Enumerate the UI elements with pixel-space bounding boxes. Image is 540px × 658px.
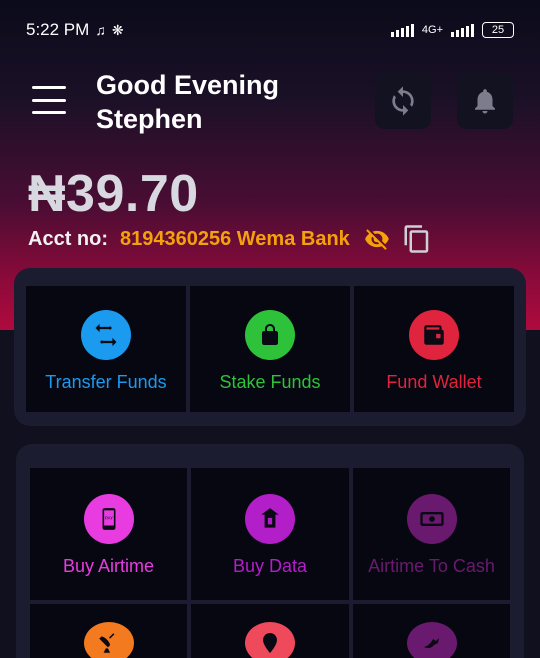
notification-button[interactable] (457, 73, 513, 129)
tiktok-icon: ♫ (95, 21, 106, 38)
airtime-to-cash-button[interactable]: Airtime To Cash (353, 468, 510, 600)
wallet-balance: ₦39.70 (28, 165, 199, 223)
account-number: 8194360256 Wema Bank (120, 227, 350, 250)
buy-data-button[interactable]: Buy Data (191, 468, 349, 600)
bird-icon (406, 622, 457, 658)
battery-icon: 25 (482, 22, 514, 38)
buy-data-label: Buy Data (232, 556, 308, 576)
menu-icon[interactable] (32, 86, 66, 114)
copy-icon[interactable] (402, 224, 432, 254)
user-name: Stephen (96, 104, 203, 134)
network-type: 4G+ (421, 24, 443, 36)
buy-airtime-button[interactable]: PAY Buy Airtime (30, 468, 187, 600)
airtime-to-cash-label: Airtime To Cash (368, 556, 495, 576)
wallet-icon (409, 310, 459, 360)
pay-phone-icon: PAY (83, 494, 134, 544)
eye-off-icon[interactable] (364, 226, 390, 252)
account-row: Acct no: 8194360256 Wema Bank (28, 224, 432, 254)
signal-icon-2 (451, 23, 474, 37)
location-pin-icon (245, 622, 295, 658)
greeting-line1: Good Evening (96, 70, 280, 100)
stake-funds-label: Stake Funds (219, 372, 321, 392)
data-icon (245, 494, 295, 544)
quick-actions-grid: Transfer Funds Stake Funds Fund Wallet (26, 286, 514, 412)
fund-wallet-button[interactable]: Fund Wallet (354, 286, 514, 412)
betting-button[interactable] (353, 604, 510, 658)
battery-level: 25 (491, 24, 505, 36)
svg-text:PAY: PAY (104, 516, 112, 521)
satellite-dish-icon (83, 622, 134, 658)
fan-icon: ❋ (111, 21, 124, 38)
transfer-icon (81, 310, 131, 360)
electricity-button[interactable] (191, 604, 349, 658)
services-grid: PAY Buy Airtime Buy Data Airtime To Cash (30, 468, 510, 658)
fund-wallet-label: Fund Wallet (386, 372, 482, 392)
status-bar: 5:22 PM ♫ ❋ 4G+ 25 (0, 0, 540, 60)
cable-tv-button[interactable] (30, 604, 187, 658)
account-label: Acct no: (28, 227, 108, 250)
greeting: Good Evening Stephen (96, 68, 279, 136)
buy-airtime-label: Buy Airtime (62, 556, 155, 576)
transfer-funds-label: Transfer Funds (45, 372, 167, 392)
stake-funds-button[interactable]: Stake Funds (190, 286, 350, 412)
refresh-icon (392, 86, 414, 116)
refresh-button[interactable] (375, 73, 431, 129)
bell-icon (475, 89, 495, 114)
cash-icon (406, 494, 457, 544)
status-time: 5:22 PM (26, 20, 90, 39)
lock-icon (245, 310, 295, 360)
signal-icon (390, 23, 414, 37)
transfer-funds-button[interactable]: Transfer Funds (26, 286, 186, 412)
